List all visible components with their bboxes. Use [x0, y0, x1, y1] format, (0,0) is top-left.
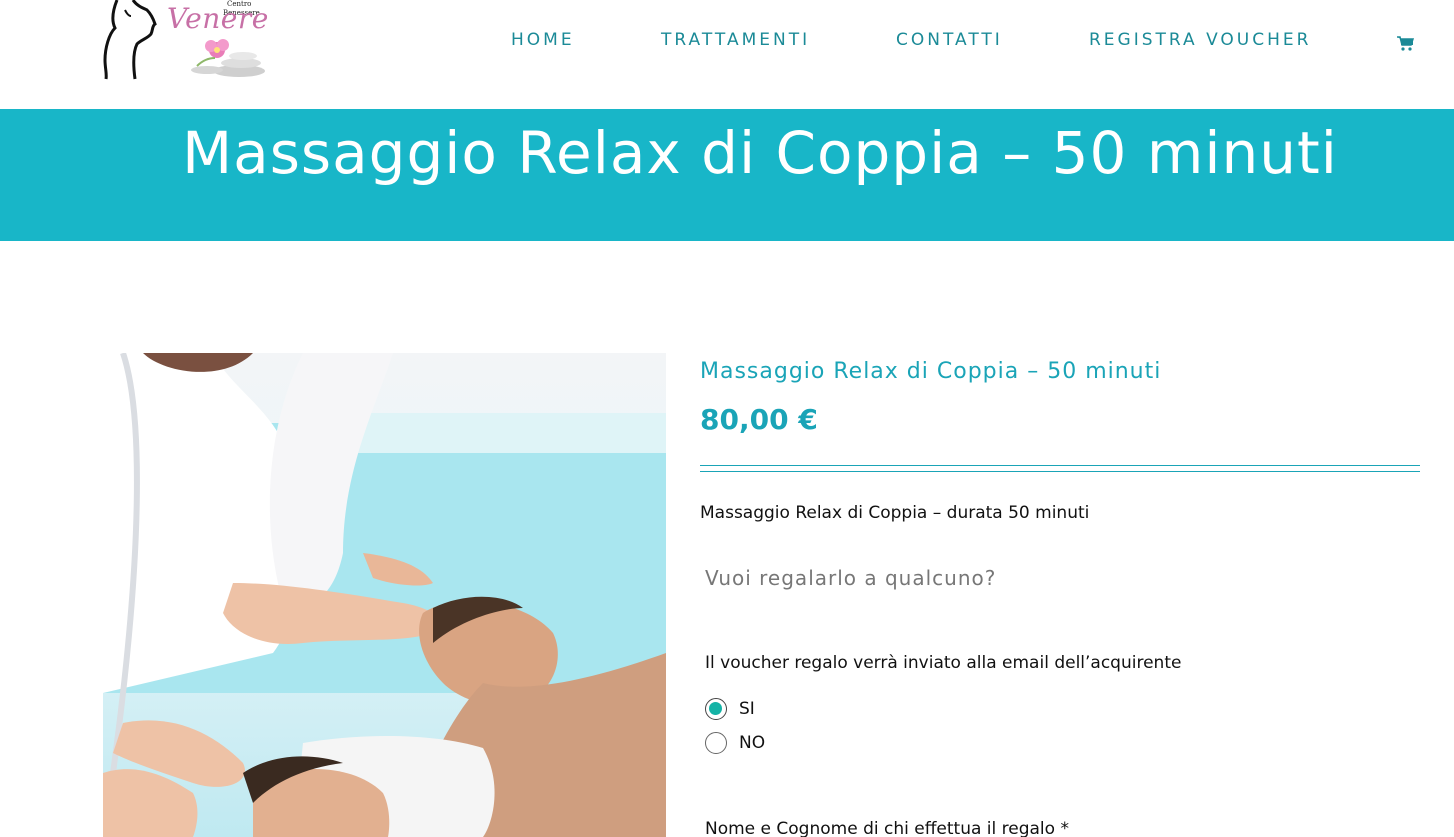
main-nav: HOME TRATTAMENTI CONTATTI REGISTRA VOUCH…: [0, 30, 1454, 56]
page-title: Massaggio Relax di Coppia – 50 minuti: [182, 119, 1338, 187]
product-description: Massaggio Relax di Coppia – durata 50 mi…: [700, 503, 1090, 523]
radio-si-label: SI: [739, 699, 755, 719]
radio-si[interactable]: [705, 698, 727, 720]
nav-home[interactable]: HOME: [511, 30, 575, 50]
divider-top: [700, 465, 1420, 466]
radio-no-label: NO: [739, 733, 766, 753]
gift-question: Vuoi regalarlo a qualcuno?: [705, 566, 997, 590]
page-title-bar: Massaggio Relax di Coppia – 50 minuti: [0, 109, 1454, 241]
radio-no[interactable]: [705, 732, 727, 754]
gift-option-si[interactable]: SI: [705, 698, 755, 720]
massage-couple-photo: [103, 353, 666, 837]
divider-bottom: [700, 471, 1420, 472]
product-price: 80,00 €: [700, 403, 818, 436]
nav-trattamenti[interactable]: TRATTAMENTI: [661, 30, 810, 50]
nav-registra-voucher[interactable]: REGISTRA VOUCHER: [1089, 30, 1311, 50]
nav-contatti[interactable]: CONTATTI: [896, 30, 1003, 50]
giver-name-label: Nome e Cognome di chi effettua il regalo…: [705, 819, 1069, 837]
gift-option-no[interactable]: NO: [705, 732, 765, 754]
site-header: Centro Benessere Venere HOME TRATTAMENTI…: [0, 0, 1454, 109]
product-title: Massaggio Relax di Coppia – 50 minuti: [700, 359, 1162, 384]
product-image[interactable]: [103, 353, 666, 837]
shopping-cart-icon[interactable]: [1396, 34, 1414, 52]
voucher-note: Il voucher regalo verrà inviato alla ema…: [705, 653, 1182, 673]
